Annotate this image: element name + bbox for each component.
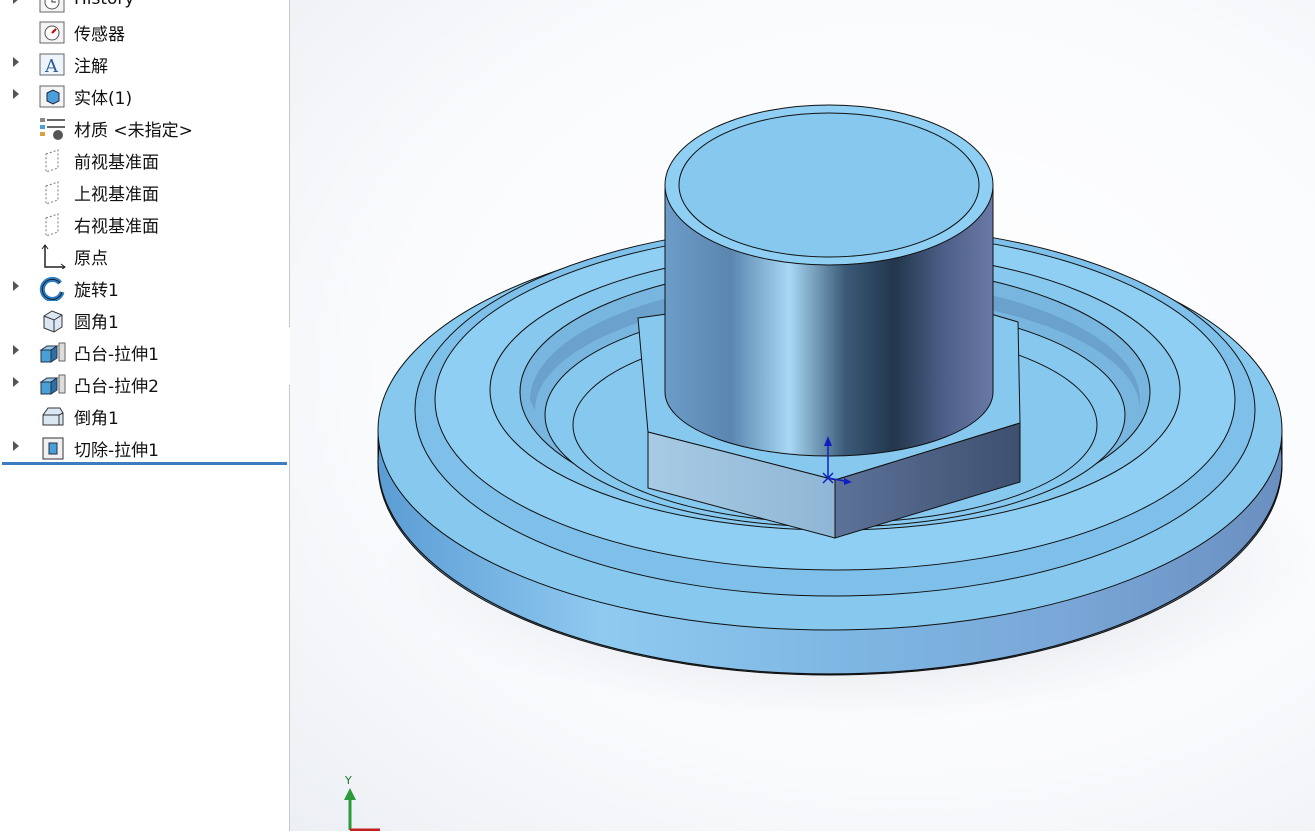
boss-extrude-icon — [38, 339, 68, 365]
plane-icon — [38, 211, 68, 237]
expand-arrow-icon[interactable] — [13, 345, 19, 355]
tree-item-sensors[interactable]: 传感器 — [0, 15, 289, 47]
tree-item-label: 倒角1 — [74, 409, 119, 429]
tree-item-origin[interactable]: 原点 — [0, 239, 289, 271]
tree-item-label: 原点 — [74, 249, 108, 269]
tree-item-revolve1[interactable]: 旋转1 — [0, 271, 289, 303]
annotation-icon: A — [38, 51, 68, 77]
graphics-area[interactable]: Y — [290, 0, 1315, 831]
tree-item-material[interactable]: 材质 <未指定> — [0, 111, 289, 143]
tree-item-label: 旋转1 — [74, 281, 119, 301]
tree-item-label: 传感器 — [74, 25, 125, 45]
expand-arrow-icon[interactable] — [13, 0, 19, 4]
tree-item-label: 实体(1) — [74, 89, 133, 109]
tree-item-label: 前视基准面 — [74, 153, 159, 173]
origin-icon — [38, 243, 68, 271]
tree-item-label: History — [74, 0, 134, 9]
tree-item-label: 注解 — [74, 57, 108, 77]
feature-manager-tree: History 传感器 A 注解 实体(1) 材质 <未指定> 前视基准面 — [0, 0, 290, 831]
tree-item-label: 圆角1 — [74, 313, 119, 333]
tree-item-cut-extrude1[interactable]: 切除-拉伸1 — [0, 431, 289, 463]
chamfer-icon — [38, 403, 68, 429]
tree-item-label: 材质 <未指定> — [74, 121, 193, 141]
material-icon — [38, 115, 68, 141]
tree-item-top-plane[interactable]: 上视基准面 — [0, 175, 289, 207]
plane-icon — [38, 179, 68, 205]
expand-arrow-icon[interactable] — [13, 89, 19, 99]
model-view[interactable] — [290, 0, 1315, 831]
cylinder-top-face[interactable] — [678, 112, 980, 258]
revolve-icon — [38, 275, 68, 302]
history-icon — [38, 0, 68, 14]
boss-extrude-icon — [38, 371, 68, 397]
tree-item-label: 凸台-拉伸2 — [74, 377, 159, 397]
solid-body-icon — [38, 83, 68, 109]
tree-item-front-plane[interactable]: 前视基准面 — [0, 143, 289, 175]
tree-item-boss-extrude2[interactable]: 凸台-拉伸2 — [0, 367, 289, 399]
view-triad: Y — [330, 772, 390, 831]
tree-item-label: 凸台-拉伸1 — [74, 345, 159, 365]
tree-item-annotations[interactable]: A 注解 — [0, 47, 289, 79]
expand-arrow-icon[interactable] — [13, 441, 19, 451]
tree-item-history[interactable]: History — [0, 0, 289, 16]
cut-extrude-icon — [38, 435, 68, 461]
expand-arrow-icon[interactable] — [13, 377, 19, 387]
tree-item-right-plane[interactable]: 右视基准面 — [0, 207, 289, 239]
tree-item-label: 上视基准面 — [74, 185, 159, 205]
sensor-icon — [38, 19, 68, 45]
tree-item-boss-extrude1[interactable]: 凸台-拉伸1 — [0, 335, 289, 367]
tree-item-chamfer1[interactable]: 倒角1 — [0, 399, 289, 431]
svg-text:A: A — [44, 56, 59, 77]
plane-icon — [38, 147, 68, 173]
tree-item-label: 右视基准面 — [74, 217, 159, 237]
tree-item-label: 切除-拉伸1 — [74, 441, 159, 461]
expand-arrow-icon[interactable] — [13, 281, 19, 291]
fillet-icon — [38, 307, 68, 333]
rollback-bar[interactable] — [2, 462, 287, 465]
expand-arrow-icon[interactable] — [13, 57, 19, 67]
tree-item-solid-bodies[interactable]: 实体(1) — [0, 79, 289, 111]
tree-item-fillet1[interactable]: 圆角1 — [0, 303, 289, 335]
